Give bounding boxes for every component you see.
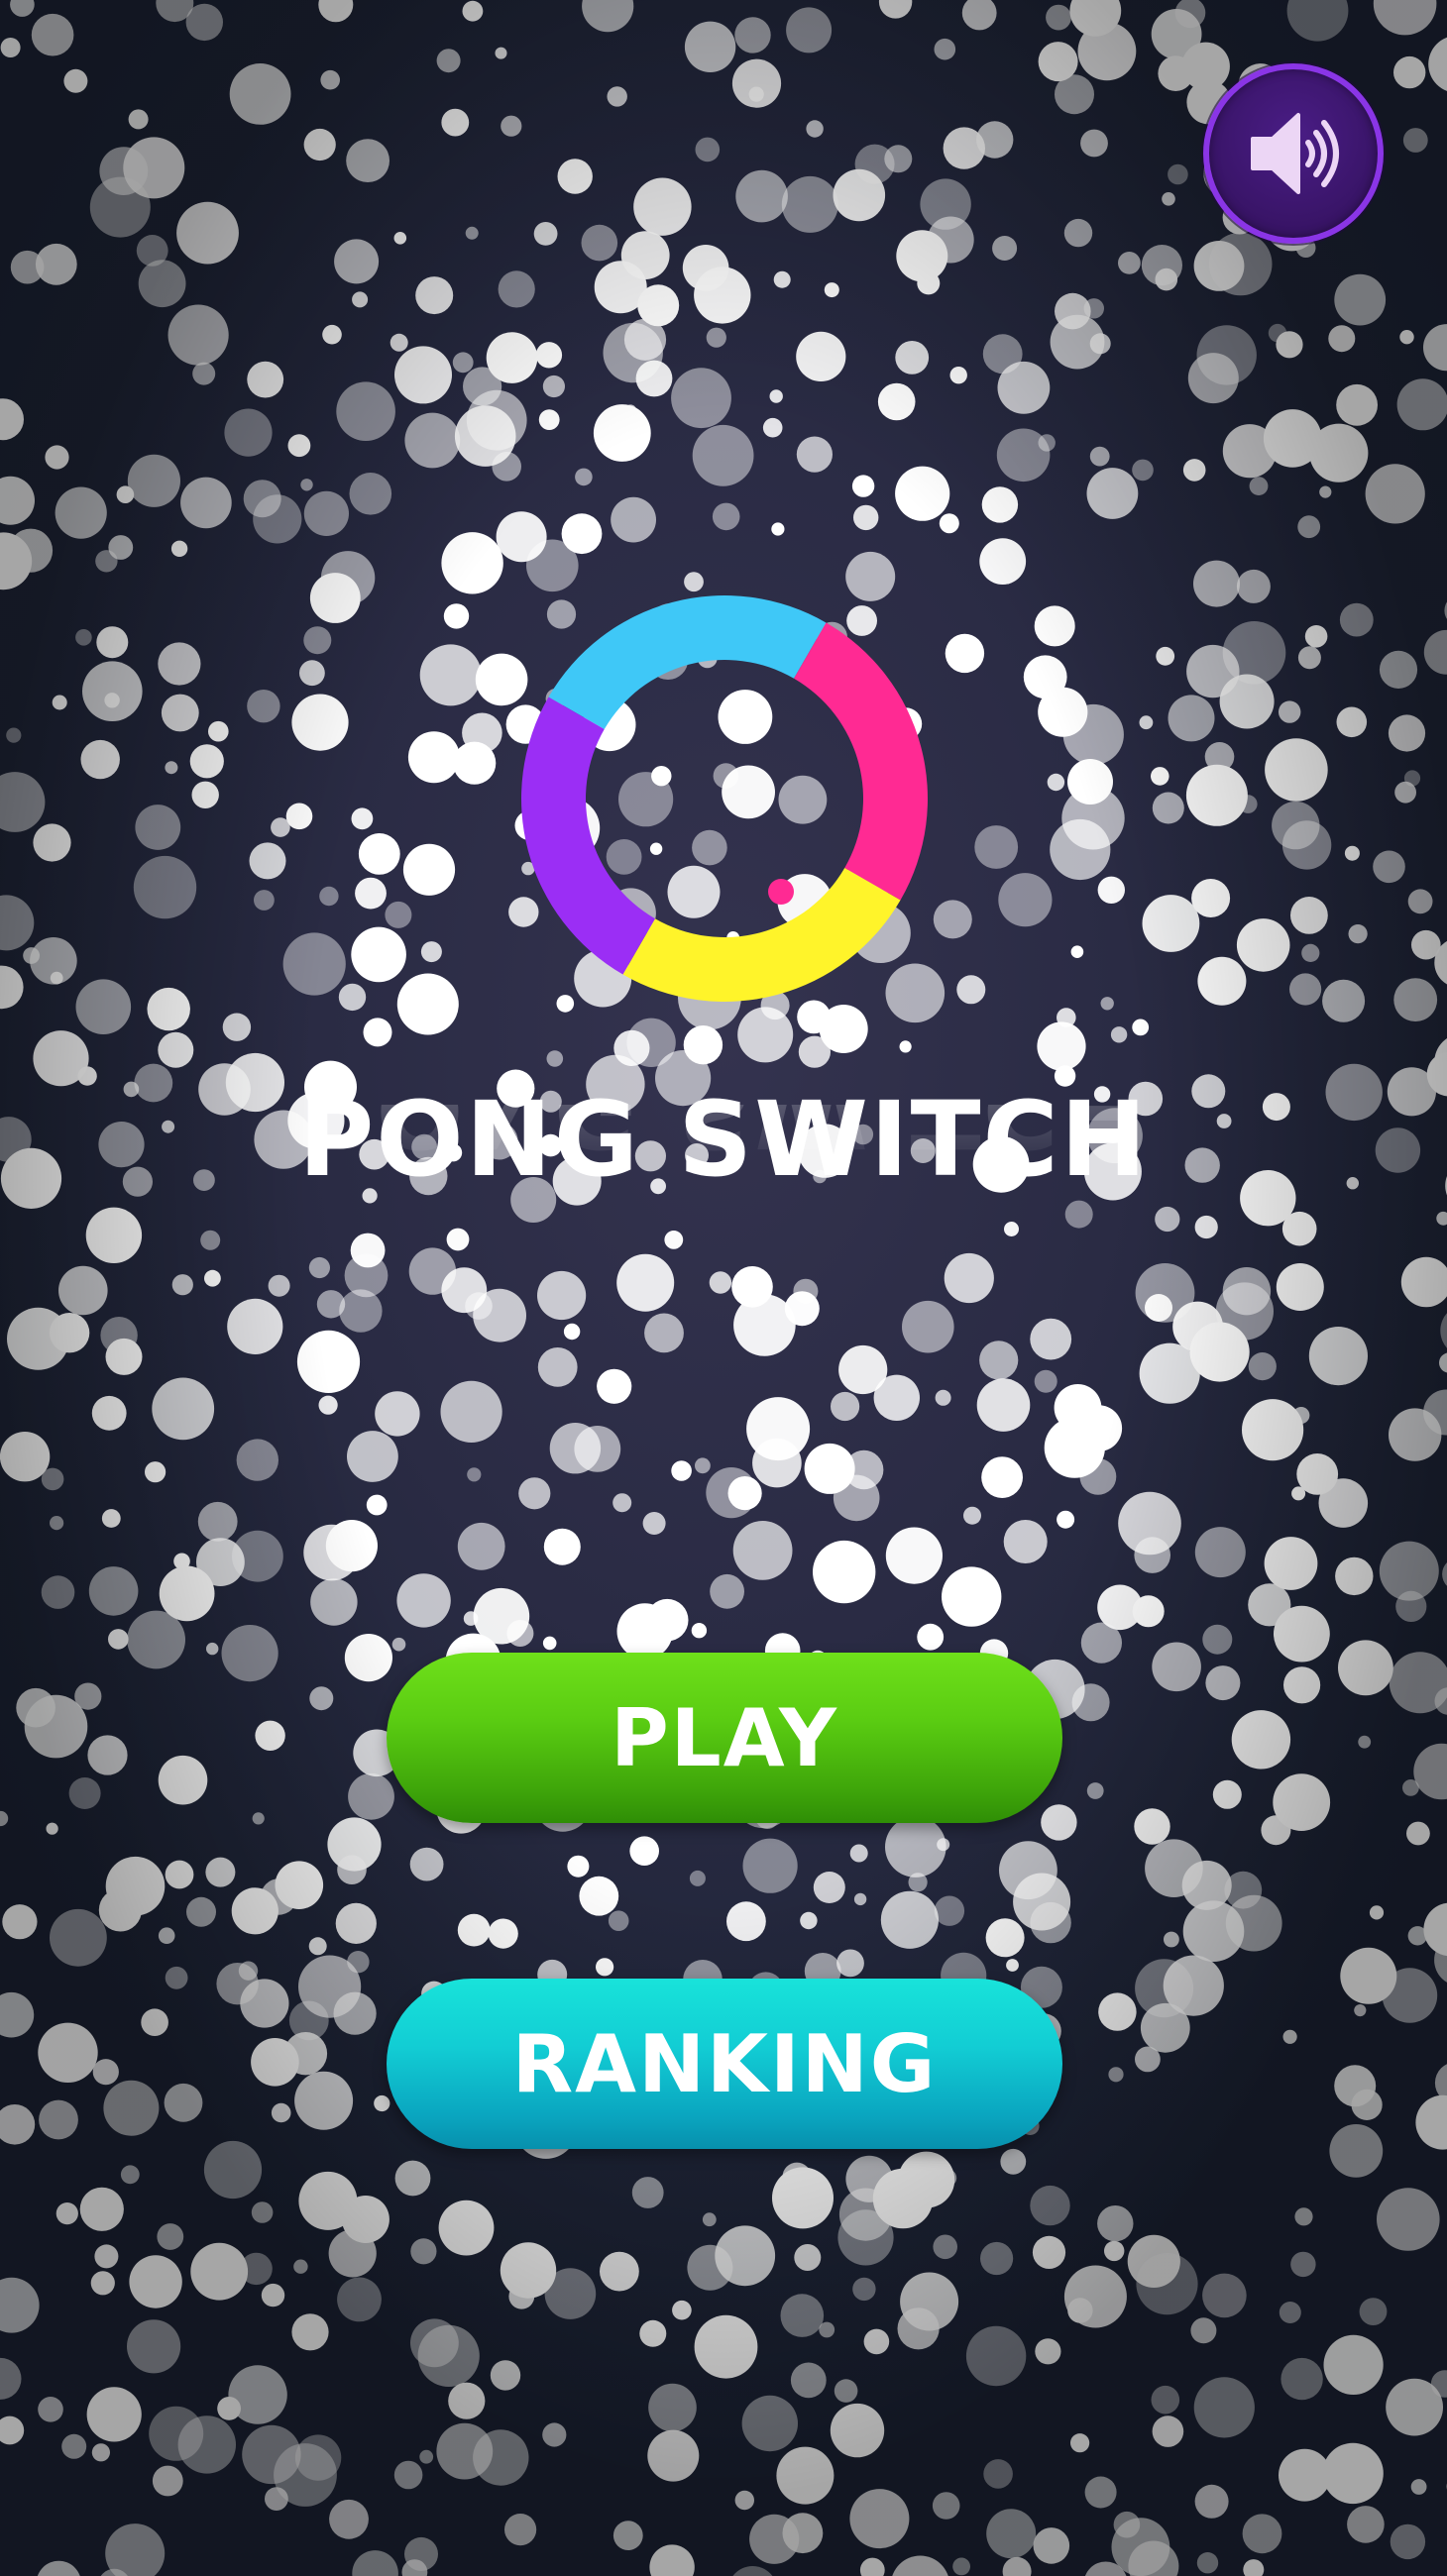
game-title-reflection: PONG SWITCH (298, 1105, 1149, 1170)
sound-toggle-button[interactable] (1203, 63, 1384, 244)
logo-ring-segment-yellow (622, 868, 901, 1002)
logo-ring-segment-purple (521, 697, 655, 975)
play-button[interactable]: PLAY (387, 1653, 1062, 1823)
background-vignette (0, 0, 1447, 2576)
logo-ball (768, 879, 794, 905)
logo-ring-segment-pink (794, 622, 928, 901)
speaker-volume-icon (1251, 113, 1339, 194)
logo-ring-segment-cyan (548, 595, 827, 729)
background-bubbles (0, 0, 1447, 2576)
ranking-button[interactable]: RANKING (387, 1979, 1062, 2149)
game-logo-ring (521, 595, 928, 1002)
